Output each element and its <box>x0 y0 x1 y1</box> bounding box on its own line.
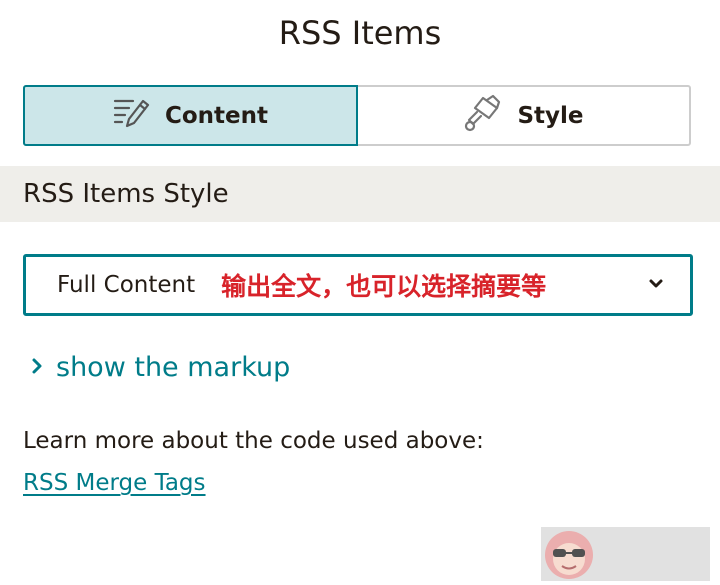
select-value: Full Content <box>57 272 196 298</box>
tab-content[interactable]: Content <box>23 85 358 146</box>
edit-lines-icon <box>113 96 165 136</box>
section-title: RSS Items Style <box>23 179 229 209</box>
tab-style-label: Style <box>517 102 584 129</box>
paint-roller-icon <box>463 94 517 138</box>
monkey-face-icon <box>543 529 595 581</box>
content-type-select[interactable]: Full Content 输出全文，也可以选择摘要等 <box>23 254 693 316</box>
tab-bar: Content Style <box>23 85 691 146</box>
chevron-right-icon <box>30 352 56 383</box>
tab-style[interactable]: Style <box>358 87 689 144</box>
show-markup-toggle[interactable]: show the markup <box>30 352 290 383</box>
rss-merge-tags-link[interactable]: RSS Merge Tags <box>23 470 206 496</box>
section-header: RSS Items Style <box>0 166 720 222</box>
watermark <box>541 527 710 581</box>
show-markup-label: show the markup <box>56 352 291 383</box>
chevron-down-icon <box>648 274 664 298</box>
panel-title: RSS Items <box>278 14 442 52</box>
annotation-text: 输出全文，也可以选择摘要等 <box>221 272 547 301</box>
tab-content-label: Content <box>164 102 269 129</box>
learn-more-text: Learn more about the code used above: <box>23 428 484 454</box>
